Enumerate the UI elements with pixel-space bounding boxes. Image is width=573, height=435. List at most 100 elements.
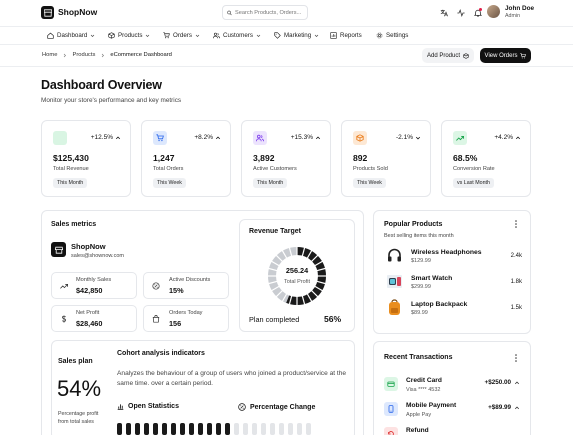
cohort-bar-empty: [243, 423, 248, 435]
trend-icon: [456, 135, 464, 141]
revenue-value: 256.24: [285, 266, 309, 275]
translate-icon[interactable]: [440, 9, 448, 17]
arrow-up-icon: [515, 136, 521, 139]
revenue-sublabel: Total Profit: [284, 279, 310, 285]
cohort-bar-filled: [162, 423, 167, 435]
store-icon: [43, 8, 52, 17]
transaction-row[interactable]: Refund: [380, 426, 526, 435]
stat-card[interactable]: +12.5% $125,430 Total Revenue This Month: [41, 120, 131, 197]
percentage-change-label: Percentage Change: [250, 403, 316, 411]
box-icon: [108, 32, 115, 39]
nav-marketing[interactable]: Marketing: [274, 32, 319, 39]
cart-icon: [520, 52, 527, 58]
stat-icon-box: [453, 131, 467, 145]
open-statistics[interactable]: Open Statistics: [117, 403, 179, 410]
store-name: ShopNow: [71, 242, 106, 251]
breadcrumb-products[interactable]: Products: [72, 52, 95, 58]
product-price: $299.99: [411, 284, 431, 290]
nav-settings[interactable]: Settings: [376, 32, 408, 39]
view-orders-button[interactable]: View Orders: [480, 48, 531, 63]
cohort-bars: [117, 423, 311, 435]
transaction-icon-box: [384, 377, 398, 391]
chevron-down-icon: [146, 34, 150, 37]
smartwatch-icon: [387, 275, 402, 288]
cohort-bar-empty: [306, 423, 311, 435]
more-options-icon[interactable]: [512, 220, 520, 228]
user-role: Admin: [505, 13, 521, 19]
avatar[interactable]: [487, 5, 500, 18]
box-icon: [356, 134, 364, 142]
stat-label: Total Orders: [153, 166, 184, 172]
product-thumb-backpack: [386, 299, 403, 316]
stat-change-value: +12.5%: [90, 134, 113, 141]
activity-icon[interactable]: [457, 9, 465, 17]
backpack-icon: [389, 299, 400, 315]
nav-label: Reports: [340, 32, 362, 39]
transaction-row[interactable]: Mobile Payment Apple Pay +$89.99: [380, 401, 526, 423]
nav-label: Dashboard: [57, 32, 88, 39]
product-thumb-headphones: [386, 247, 403, 264]
nav-products[interactable]: Products: [108, 32, 150, 39]
product-name[interactable]: Wireless Headphones: [411, 249, 482, 256]
arrow-up-icon: [215, 136, 221, 139]
nav-orders[interactable]: Orders: [163, 32, 200, 39]
more-options-icon[interactable]: [512, 354, 520, 362]
stat-change: +4.2%: [494, 134, 521, 141]
sales-metrics-title: Sales metrics: [51, 221, 97, 228]
arrow-up-icon: [315, 136, 321, 139]
metric-label: Active Discounts: [169, 277, 211, 283]
product-name[interactable]: Laptop Backpack: [411, 301, 467, 308]
cohort-bar-empty: [234, 423, 239, 435]
sales-plan-title: Sales plan: [58, 358, 93, 365]
transaction-row[interactable]: Credit Card Visa **** 4532 +$250.00: [380, 376, 526, 398]
product-name[interactable]: Smart Watch: [411, 275, 452, 282]
search-box[interactable]: [222, 5, 308, 20]
breadcrumb: Home Products eCommerce Dashboard: [42, 52, 172, 58]
chevron-down-icon: [314, 34, 319, 37]
store-icon: [54, 246, 63, 254]
open-statistics-label: Open Statistics: [128, 403, 179, 410]
bell-icon[interactable]: [473, 8, 482, 17]
stat-label: Conversion Rate: [453, 166, 495, 172]
nav-customers[interactable]: Customers: [213, 32, 261, 39]
cohort-bar-filled: [198, 423, 203, 435]
bag-icon: [150, 313, 161, 324]
add-product-button[interactable]: Add Product: [422, 48, 474, 63]
bar-chart-icon: [117, 404, 124, 410]
cohort-bar-filled: [171, 423, 176, 435]
search-input[interactable]: [235, 9, 307, 16]
breadcrumb-home[interactable]: Home: [42, 52, 57, 58]
nav-reports[interactable]: Reports: [330, 32, 362, 39]
product-count: 2.4k: [510, 253, 522, 259]
transaction-detail: Visa **** 4532: [406, 387, 441, 393]
plan-completed-value: 56%: [324, 314, 342, 324]
stat-card[interactable]: +8.2% 1,247 Total Orders This Week: [141, 120, 231, 197]
cohort-bar-filled: [189, 423, 194, 435]
add-product-label: Add Product: [426, 52, 461, 59]
stat-card[interactable]: +15.3% 3,892 Active Customers This Month: [241, 120, 331, 197]
cohort-bar-filled: [153, 423, 158, 435]
stat-card[interactable]: +4.2% 68.5% Conversion Rate vs Last Mont…: [441, 120, 531, 197]
product-thumb-smartwatch: [386, 273, 403, 290]
trend-icon: [58, 280, 69, 291]
plan-completed-label: Plan completed: [249, 315, 300, 324]
app-logo[interactable]: [41, 6, 54, 19]
nav-label: Settings: [386, 32, 409, 39]
cohort-bar-filled: [180, 423, 185, 435]
stat-label: Active Customers: [253, 166, 297, 172]
nav-dashboard[interactable]: Dashboard: [47, 32, 95, 39]
stat-change: -2.1%: [396, 134, 421, 141]
cohort-bar-empty: [270, 423, 275, 435]
dollar-icon: [58, 313, 69, 324]
transaction-name: Mobile Payment: [406, 402, 457, 409]
metric-value: $42,850: [76, 286, 103, 295]
nav-label: Customers: [223, 32, 253, 39]
users-icon: [213, 32, 220, 39]
arrow-up-right-icon: [513, 404, 520, 411]
percentage-change[interactable]: Percentage Change: [238, 403, 315, 411]
stat-card[interactable]: -2.1% 892 Products Sold This Week: [341, 120, 431, 197]
metric-value: 15%: [169, 286, 184, 295]
cohort-bar-filled: [144, 423, 149, 435]
metric-label: Monthly Sales: [76, 277, 112, 283]
box-icon: [463, 52, 469, 59]
